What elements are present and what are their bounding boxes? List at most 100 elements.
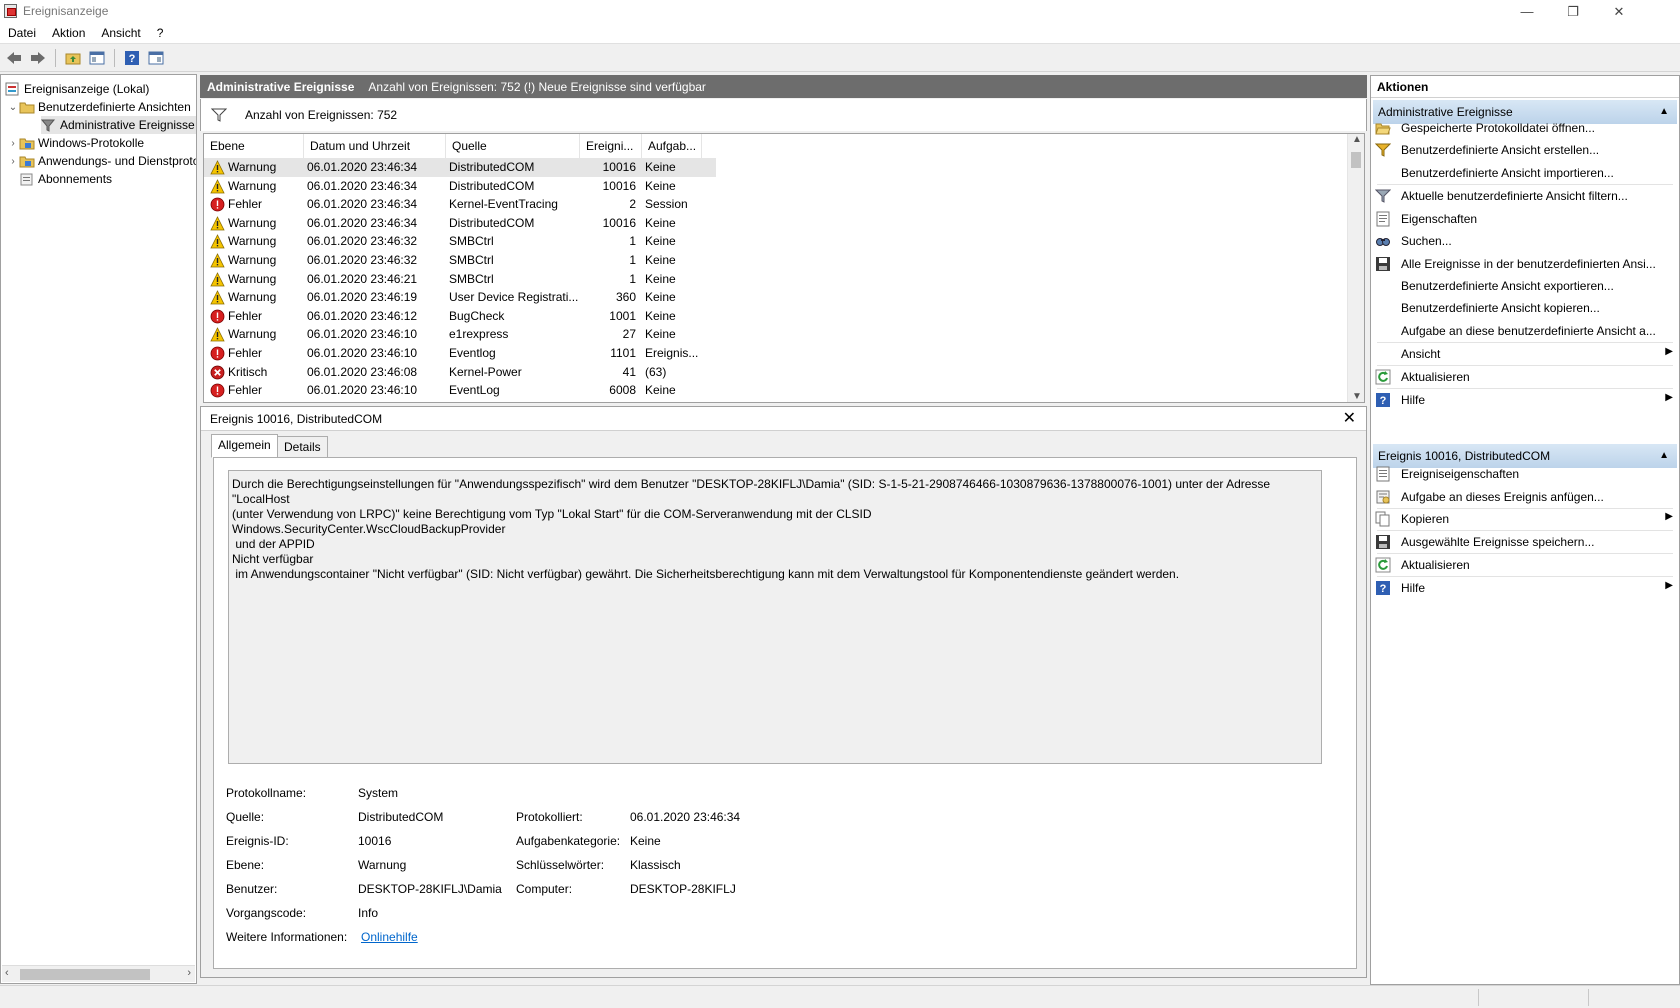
export-custom-view-action[interactable]: Benutzerdefinierte Ansicht exportieren..… — [1375, 274, 1675, 297]
help-action[interactable]: ? Hilfe ▶ — [1375, 576, 1675, 599]
copy-custom-view-action[interactable]: Benutzerdefinierte Ansicht kopieren... — [1375, 296, 1675, 319]
tree-item-windows-logs[interactable]: › Windows-Protokolle — [7, 134, 144, 152]
tree-item-subscriptions[interactable]: Abonnements — [19, 170, 112, 188]
table-row[interactable]: Warnung 06.01.2020 23:46:32 SMBCtrl 1 Keine — [204, 251, 716, 270]
show-hide-tree-button[interactable] — [87, 48, 107, 68]
event-description[interactable]: Durch die Berechtigungseinstellungen für… — [228, 470, 1322, 764]
close-icon[interactable]: ✕ — [1343, 408, 1356, 428]
cell-task: Keine — [645, 290, 676, 305]
refresh-icon — [1375, 369, 1391, 385]
menu-file[interactable]: Datei — [0, 26, 44, 40]
table-row[interactable]: Fehler 06.01.2020 23:46:10 Eventlog 1101 Ere… — [204, 344, 716, 363]
logged-label: Protokolliert: — [516, 810, 583, 824]
tree-item-root[interactable]: Ereignisanzeige (Lokal) — [5, 80, 149, 98]
table-row[interactable]: Warnung 06.01.2020 23:46:19 User Device Re… — [204, 288, 716, 307]
menu-view[interactable]: Ansicht — [93, 26, 148, 40]
help-button[interactable]: ? — [122, 48, 142, 68]
find-action[interactable]: Suchen... — [1375, 229, 1675, 252]
table-row[interactable]: Fehler 06.01.2020 23:46:10 EventLog 6008 Kei… — [204, 381, 716, 400]
table-row[interactable]: Warnung 06.01.2020 23:46:34 DistributedCOM… — [204, 214, 716, 233]
cell-task: Keine — [645, 383, 676, 398]
table-row[interactable]: Kritisch 06.01.2020 23:46:08 Kernel-Power 4… — [204, 363, 716, 382]
scroll-right-icon[interactable]: › — [187, 967, 191, 979]
column-header-source[interactable]: Quelle — [446, 134, 580, 158]
table-row[interactable]: Warnung 06.01.2020 23:46:21 SMBCtrl 1 Keine — [204, 270, 716, 289]
refresh-action[interactable]: Aktualisieren — [1375, 553, 1675, 576]
status-segment — [1478, 989, 1479, 1006]
filter-custom-view-action[interactable]: Aktuelle benutzerdefinierte Ansicht filt… — [1375, 184, 1675, 207]
event-list: Ebene Datum und Uhrzeit Quelle Ereigni..… — [203, 133, 1365, 403]
event-list-vertical-scrollbar[interactable]: ▲ ▼ — [1347, 134, 1364, 402]
column-header-date[interactable]: Datum und Uhrzeit — [304, 134, 446, 158]
cell-level: Warnung — [228, 160, 277, 174]
scroll-up-icon[interactable]: ▲ — [1352, 134, 1362, 145]
attach-task-to-view-action[interactable]: Aufgabe an diese benutzerdefinierte Ansi… — [1375, 319, 1675, 342]
event-viewer-icon — [5, 82, 19, 96]
table-row[interactable]: Warnung 06.01.2020 23:46:34 DistributedCOM… — [204, 158, 716, 177]
tab-details[interactable]: Details — [277, 436, 328, 458]
restore-button[interactable]: ❐ — [1550, 0, 1596, 23]
properties-action[interactable]: Eigenschaften — [1375, 207, 1675, 230]
opcode-label: Vorgangscode: — [226, 906, 307, 920]
event-properties-action[interactable]: Ereigniseigenschaften — [1375, 462, 1675, 485]
open-saved-log-action[interactable]: Gespeicherte Protokolldatei öffnen... — [1375, 116, 1675, 139]
chevron-right-icon[interactable]: › — [7, 138, 19, 149]
actions-pane: Aktionen Administrative Ereignisse ▲ Ges… — [1370, 75, 1680, 985]
cell-level: Warnung — [228, 290, 277, 305]
save-all-events-action[interactable]: Alle Ereignisse in der benutzerdefiniert… — [1375, 252, 1675, 275]
keywords-value: Klassisch — [630, 858, 681, 872]
refresh-action[interactable]: Aktualisieren — [1375, 365, 1675, 388]
column-header-task[interactable]: Aufgab... — [642, 134, 702, 158]
menu-help[interactable]: ? — [149, 26, 172, 40]
show-hide-actions-button[interactable] — [146, 48, 166, 68]
cell-source: BugCheck — [449, 308, 505, 323]
minimize-button[interactable]: — — [1504, 0, 1550, 23]
save-selected-events-action[interactable]: Ausgewählte Ereignisse speichern... — [1375, 530, 1675, 553]
tab-general[interactable]: Allgemein — [211, 434, 278, 458]
tree-item-admin-events[interactable]: Administrative Ereignisse — [41, 116, 196, 134]
cell-task: Keine — [645, 234, 676, 249]
cell-task: Keine — [645, 253, 676, 267]
cell-date: 06.01.2020 23:46:34 — [307, 160, 418, 174]
subscriptions-icon — [20, 173, 33, 186]
tree-item-custom-views[interactable]: ⌄ Benutzerdefinierte Ansichten — [7, 98, 191, 116]
cell-event-id: 1101 — [610, 346, 636, 360]
up-folder-button[interactable] — [63, 48, 83, 68]
warning-icon — [210, 290, 225, 305]
close-button[interactable]: ✕ — [1596, 0, 1642, 23]
view-action[interactable]: Ansicht ▶ — [1375, 342, 1675, 365]
attach-task-to-event-action[interactable]: Aufgabe an dieses Ereignis anfügen... — [1375, 485, 1675, 508]
chevron-down-icon[interactable]: ⌄ — [7, 102, 19, 113]
scrollbar-thumb[interactable] — [20, 969, 150, 980]
forward-button[interactable] — [28, 48, 48, 68]
cell-date: 06.01.2020 23:46:34 — [307, 178, 418, 193]
copy-action[interactable]: Kopieren ▶ — [1375, 507, 1675, 530]
cell-source: User Device Registrati... — [449, 290, 579, 305]
scrollbar-thumb[interactable] — [1351, 152, 1361, 168]
menu-action[interactable]: Aktion — [44, 26, 93, 40]
online-help-link[interactable]: Onlinehilfe — [361, 930, 418, 944]
general-tab-content: Durch die Berechtigungseinstellungen für… — [213, 457, 1357, 969]
scroll-down-icon[interactable]: ▼ — [1352, 391, 1362, 402]
chevron-right-icon[interactable]: › — [7, 156, 19, 167]
console-tree: Ereignisanzeige (Lokal) ⌄ Benutzerdefini… — [0, 74, 197, 984]
table-row[interactable]: Warnung 06.01.2020 23:46:32 SMBCtrl 1 Keine — [204, 232, 716, 251]
import-custom-view-action[interactable]: Benutzerdefinierte Ansicht importieren..… — [1375, 161, 1675, 184]
column-header-level[interactable]: Ebene — [204, 134, 304, 158]
table-row[interactable]: Fehler 06.01.2020 23:46:34 Kernel-EventTra… — [204, 195, 716, 214]
help-action[interactable]: ? Hilfe ▶ — [1375, 388, 1675, 411]
tree-horizontal-scrollbar[interactable]: ‹ › — [2, 965, 195, 982]
table-row[interactable]: Warnung 06.01.2020 23:46:34 DistributedCOM… — [204, 177, 716, 196]
column-header-event-id[interactable]: Ereigni... — [580, 134, 642, 158]
tree-item-app-service-logs[interactable]: › Anwendungs- und Dienstprotokolle — [7, 152, 196, 170]
cell-event-id: 10016 — [602, 160, 636, 174]
table-row[interactable]: Warnung 06.01.2020 23:46:10 e1rexpress 27 Ke… — [204, 325, 716, 344]
properties-icon — [1375, 466, 1391, 482]
cell-source: DistributedCOM — [449, 160, 535, 174]
cell-date: 06.01.2020 23:46:12 — [307, 308, 418, 323]
cell-source: e1rexpress — [449, 327, 509, 342]
table-row[interactable]: Fehler 06.01.2020 23:46:12 BugCheck 1001 Kei… — [204, 307, 716, 326]
back-button[interactable] — [4, 48, 24, 68]
scroll-left-icon[interactable]: ‹ — [5, 967, 9, 979]
create-custom-view-action[interactable]: Benutzerdefinierte Ansicht erstellen... — [1375, 138, 1675, 161]
